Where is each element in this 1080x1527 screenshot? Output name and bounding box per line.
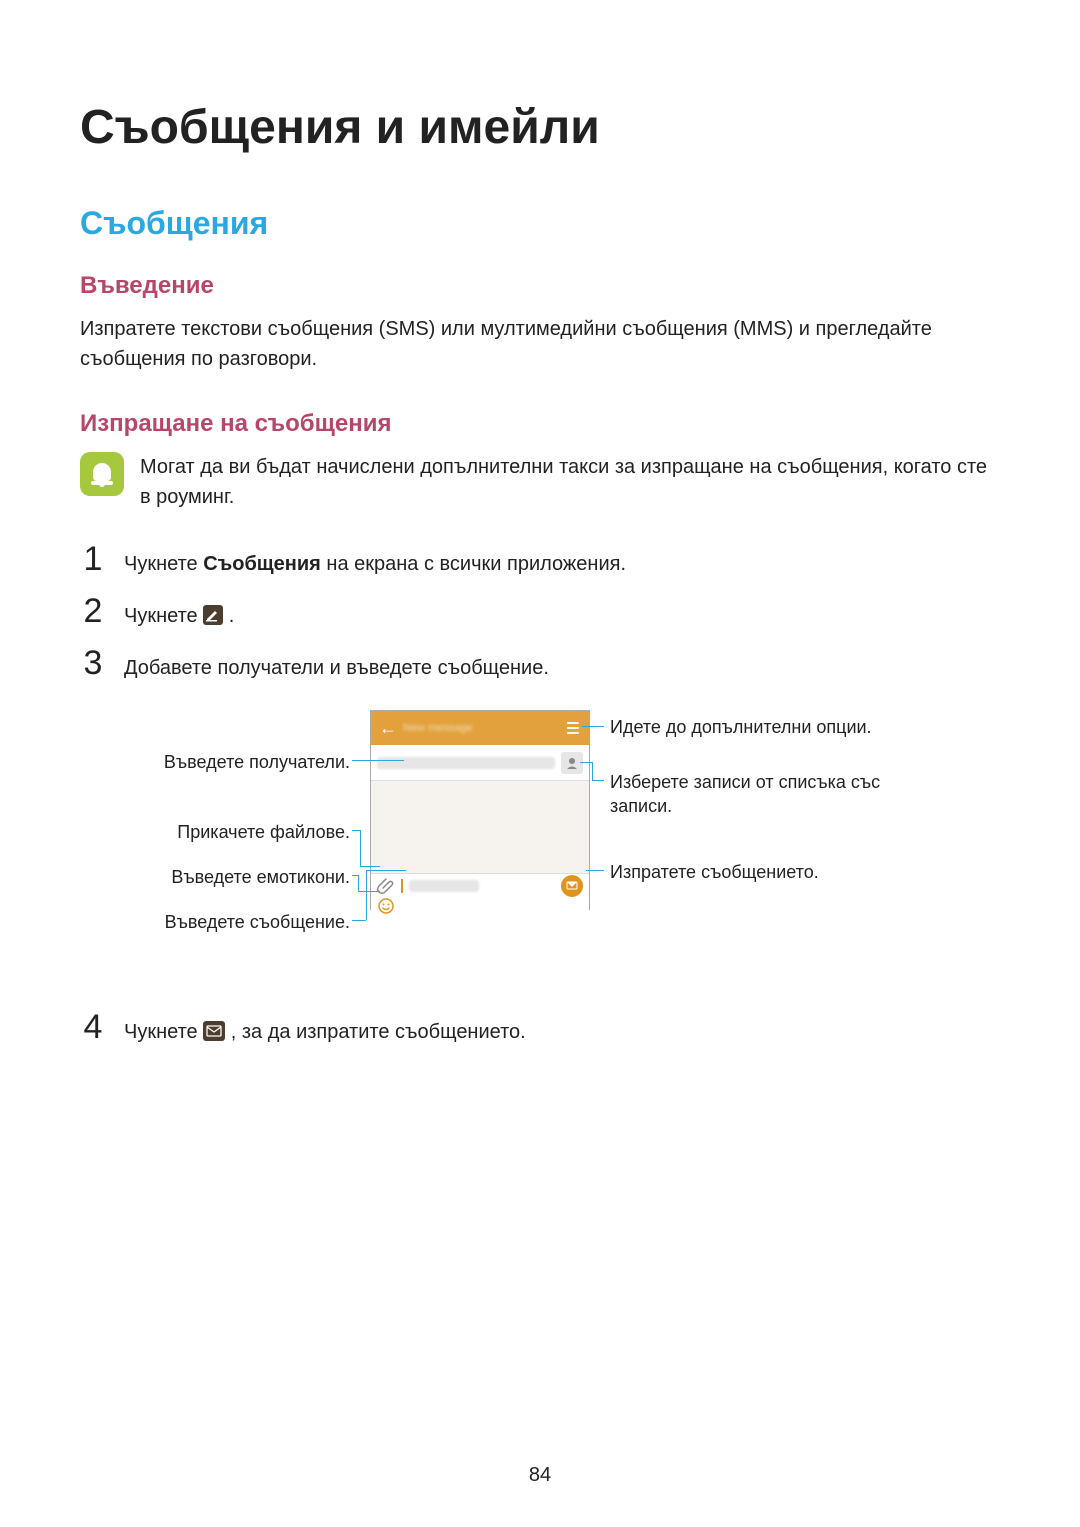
subsection-sending-h3: Изпращане на съобщения (80, 410, 1000, 438)
emoji-icon (377, 897, 395, 915)
bell-icon (80, 452, 124, 496)
back-arrow-icon: ← (379, 719, 397, 737)
phone-mock: ← New message (370, 710, 590, 910)
callout-select-contacts: Изберете записи от списъка със записи. (610, 770, 910, 819)
step-3: 3 Добавете получатели и въведете съобщен… (80, 646, 1000, 684)
callout-send-message: Изпратете съобщението. (610, 860, 910, 884)
step-number: 4 (80, 1010, 106, 1044)
compose-icon (203, 605, 223, 625)
envelope-send-icon (203, 1021, 225, 1041)
step-4-text: Чукнете , за да изпратите съобщението. (124, 1016, 526, 1048)
callout-attach-files: Прикачете файлове. (90, 820, 350, 844)
intro-paragraph: Изпратете текстови съобщения (SMS) или м… (80, 314, 1000, 374)
step-1: 1 Чукнете Съобщения на екрана с всички п… (80, 542, 1000, 580)
note-box: Могат да ви бъдат начислени допълнителни… (80, 452, 1000, 512)
step-number: 2 (80, 594, 106, 628)
page-title-h1: Съобщения и имейли (80, 100, 1000, 155)
recipient-placeholder (377, 757, 555, 769)
page: Съобщения и имейли Съобщения Въведение И… (0, 0, 1080, 1527)
text-cursor (401, 879, 403, 893)
phone-body-area (371, 781, 589, 873)
section-title-h2: Съобщения (80, 205, 1000, 242)
paperclip-icon (377, 877, 395, 895)
subsection-intro-h3: Въведение (80, 272, 1000, 300)
callout-enter-emoticons: Въведете емотикони. (90, 865, 350, 889)
callout-enter-message: Въведете съобщение. (90, 910, 350, 934)
step-number: 3 (80, 646, 106, 680)
send-button-icon (561, 875, 583, 897)
message-placeholder (409, 880, 479, 892)
phone-title-placeholder: New message (403, 722, 559, 734)
phone-header: ← New message (371, 711, 589, 745)
step-3-text: Добавете получатели и въведете съобщение… (124, 652, 549, 684)
phone-recipient-row (371, 745, 589, 781)
step-2-text: Чукнете . (124, 600, 234, 632)
step-1-text: Чукнете Съобщения на екрана с всички при… (124, 548, 626, 580)
step-2: 2 Чукнете . (80, 594, 1000, 632)
callout-more-options: Идете до допълнителни опции. (610, 715, 910, 739)
page-number: 84 (0, 1464, 1080, 1487)
step-number: 1 (80, 542, 106, 576)
annotated-screenshot: ← New message (80, 700, 1000, 980)
phone-input-area (371, 873, 589, 918)
menu-icon (565, 720, 581, 736)
callout-enter-recipients: Въведете получатели. (90, 750, 350, 774)
step-4: 4 Чукнете , за да изпратите съобщението. (80, 1010, 1000, 1048)
note-text: Могат да ви бъдат начислени допълнителни… (140, 452, 1000, 512)
